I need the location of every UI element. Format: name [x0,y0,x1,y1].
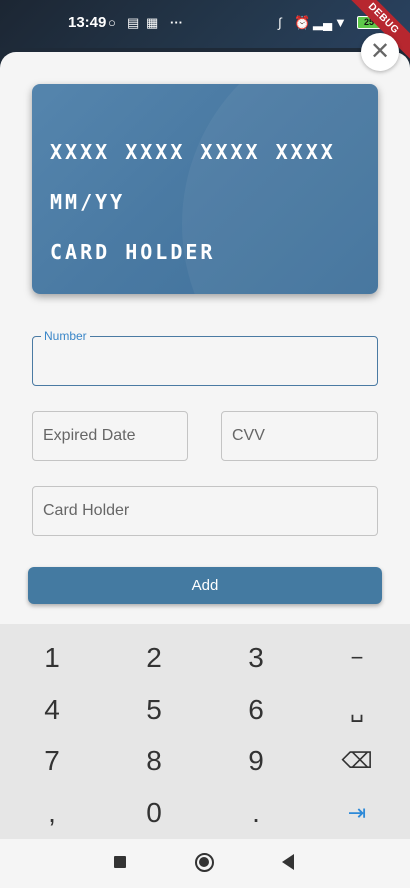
backspace-key[interactable]: ⌫ [306,736,408,786]
card-preview: XXXX XXXX XXXX XXXX MM/YY CARD HOLDER [32,84,378,294]
card-holder-field[interactable] [32,486,378,536]
expiry-input[interactable] [33,412,187,460]
status-bar: 13:49 ○ ▤ ▦ ··· ∫ ⏰ ▂▄ ▼ 25 DEBUG [0,0,410,65]
keyboard-icon: ▦ [146,15,159,30]
cvv-field[interactable] [221,411,378,461]
alarm-icon: ⏰ [294,15,311,30]
messenger-icon: ○ [108,15,116,30]
card-holder-preview: CARD HOLDER [50,240,216,264]
key-space[interactable]: ␣ [306,685,408,735]
key-2[interactable]: 2 [103,633,205,683]
numeric-keyboard: 1 2 3 − 4 5 6 ␣ 7 8 9 ⌫ , 0 . ⇥ [0,624,410,839]
key-8[interactable]: 8 [103,736,205,786]
add-button[interactable]: Add [28,567,382,604]
key-comma[interactable]: , [1,788,103,838]
key-9[interactable]: 9 [205,736,307,786]
navigation-bar [0,839,410,888]
card-number-label: Number [41,329,90,343]
status-time: 13:49 [68,14,107,31]
close-icon: ✕ [369,38,391,65]
bluetooth-icon: ∫ [278,15,282,30]
message-icon: ▤ [127,15,140,30]
key-4[interactable]: 4 [1,685,103,735]
key-period[interactable]: . [205,788,307,838]
close-button[interactable]: ✕ [361,33,399,71]
card-holder-input[interactable] [33,487,377,535]
card-number-preview: XXXX XXXX XXXX XXXX [50,140,336,164]
key-1[interactable]: 1 [1,633,103,683]
home-icon[interactable] [195,853,214,872]
cvv-input[interactable] [222,412,377,460]
back-icon[interactable] [282,854,294,870]
expiry-field[interactable] [32,411,188,461]
signal-icon: ▂▄ [313,15,333,30]
key-5[interactable]: 5 [103,685,205,735]
key-7[interactable]: 7 [1,736,103,786]
recents-icon[interactable] [114,856,126,868]
key-3[interactable]: 3 [205,633,307,683]
wifi-icon: ▼ [334,15,347,30]
card-expiry-preview: MM/YY [50,190,126,214]
key-0[interactable]: 0 [103,788,205,838]
card-number-field[interactable]: Number [32,329,378,386]
add-card-sheet: ✕ XXXX XXXX XXXX XXXX MM/YY CARD HOLDER … [0,33,410,624]
more-icon: ··· [170,15,183,30]
key-6[interactable]: 6 [205,685,307,735]
key-minus[interactable]: − [306,633,408,683]
card-number-input[interactable] [33,337,377,385]
next-field-key[interactable]: ⇥ [306,788,408,838]
